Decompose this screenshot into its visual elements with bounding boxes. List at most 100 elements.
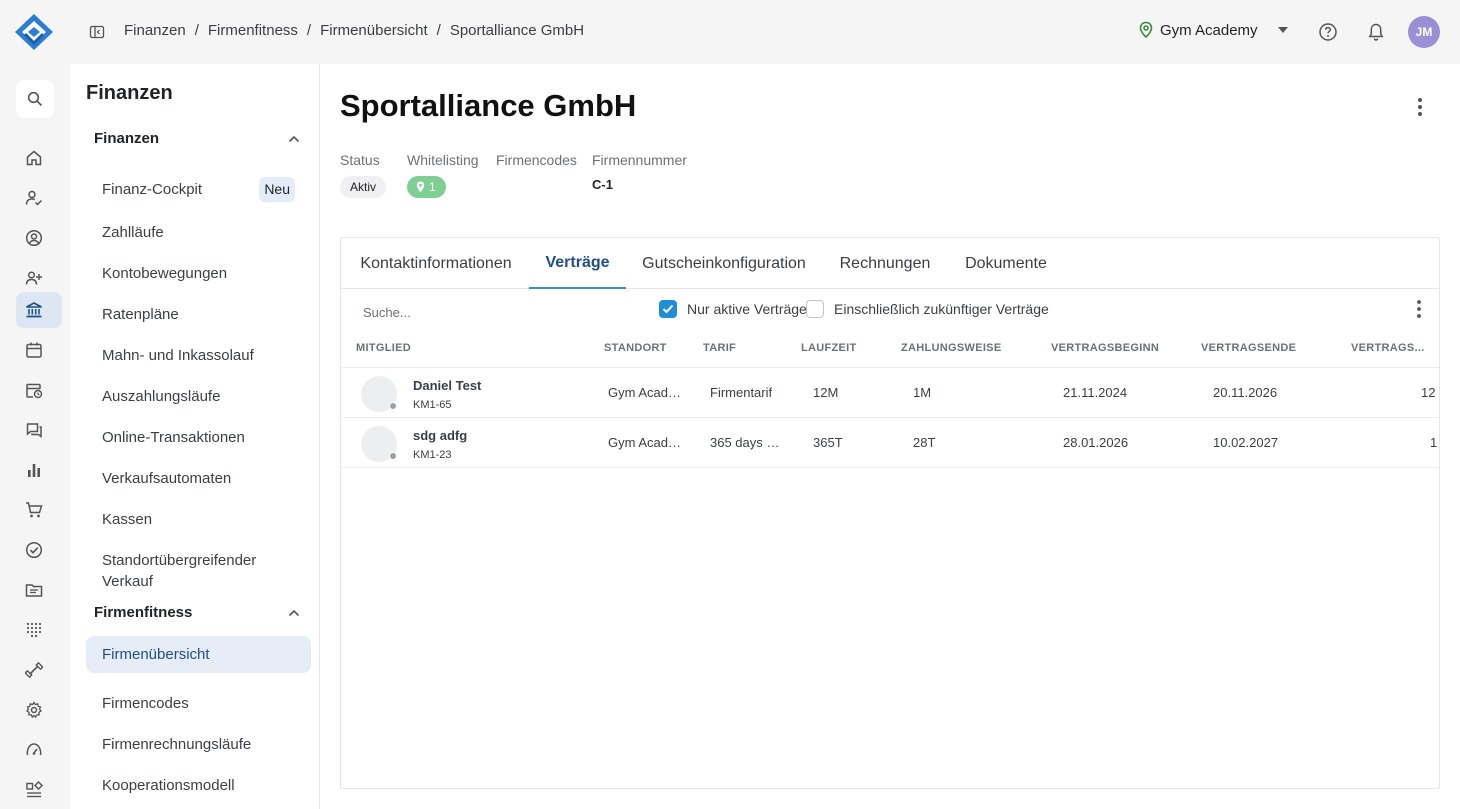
cell-laufzeit: 365T: [813, 435, 843, 450]
table-row[interactable]: Daniel Test KM1-65 Gym Acad… Firmentarif…: [341, 368, 1439, 418]
nav-firmencodes[interactable]: Firmencodes: [86, 685, 311, 722]
rail-appointments[interactable]: [16, 372, 62, 408]
rail-tasks[interactable]: [16, 532, 62, 568]
rail-messages[interactable]: [16, 412, 62, 448]
cell-laufzeit: 12M: [813, 385, 839, 400]
whitelisting-label: Whitelisting: [407, 152, 479, 168]
bell-icon[interactable]: [1367, 22, 1385, 42]
firmennummer-label: Firmennummer: [592, 152, 687, 168]
location-pin-icon: [1139, 21, 1153, 39]
only-active-filter[interactable]: Nur aktive Verträge: [659, 300, 807, 318]
member-name[interactable]: Daniel Test: [413, 378, 481, 393]
help-icon[interactable]: [1318, 22, 1338, 42]
col-vertragsende[interactable]: VERTRAGSENDE: [1201, 342, 1296, 354]
col-vertragsbeginn[interactable]: VERTRAGSBEGINN: [1051, 342, 1159, 354]
tab-vertraege[interactable]: Verträge: [529, 238, 626, 289]
tab-rechnungen[interactable]: Rechnungen: [840, 238, 931, 289]
breadcrumb: Finanzen / Firmenfitness / Firmenübersic…: [124, 22, 584, 39]
cell-vertragsbeginn: 28.01.2026: [1063, 435, 1129, 450]
dots-grid-icon: [26, 622, 42, 638]
rail-training[interactable]: [16, 652, 62, 688]
nav-firmenuebersicht[interactable]: Firmenübersicht: [86, 636, 311, 673]
table-options-icon[interactable]: [1411, 299, 1427, 319]
icon-rail: [0, 64, 70, 809]
rail-checkin[interactable]: [16, 180, 62, 216]
only-active-label: Nur aktive Verträge: [687, 301, 807, 317]
rail-finance[interactable]: [16, 292, 62, 328]
firmennummer-value: C-1: [592, 177, 613, 192]
sidebar-toggle-icon[interactable]: [89, 24, 105, 40]
table-row[interactable]: sdg adfg KM1-23 Gym Acad… 365 days … 365…: [341, 418, 1439, 468]
nav-kassen[interactable]: Kassen: [86, 501, 311, 538]
rail-shop[interactable]: [16, 492, 62, 528]
group-firmenfitness[interactable]: Firmenfitness: [94, 604, 300, 621]
tab-kontaktinformationen[interactable]: Kontaktinformationen: [360, 238, 511, 289]
breadcrumb-separator: /: [306, 22, 312, 39]
col-laufzeit[interactable]: LAUFZEIT: [801, 342, 857, 354]
chevron-up-icon: [288, 609, 300, 616]
studio-selector[interactable]: Gym Academy: [1138, 21, 1288, 39]
checkbox-checked[interactable]: [659, 300, 677, 318]
nav-finanz-cockpit[interactable]: Finanz-Cockpit Neu: [86, 171, 311, 208]
nav-auszahlungslaeufe[interactable]: Auszahlungsläufe: [86, 378, 311, 415]
whitelisting-badge[interactable]: 1: [407, 176, 446, 198]
logo-icon[interactable]: [14, 13, 54, 51]
nav-standortuebergreifender-verkauf[interactable]: Standortübergreifender Verkauf: [86, 542, 286, 600]
member-number: KM1-23: [413, 449, 452, 461]
rail-settings[interactable]: [16, 692, 62, 728]
nav-verkaufsautomaten[interactable]: Verkaufsautomaten: [86, 460, 311, 497]
rail-leads[interactable]: [16, 260, 62, 296]
col-mitglied[interactable]: MITGLIED: [356, 342, 411, 354]
breadcrumb-separator: /: [194, 22, 199, 39]
rail-calendar[interactable]: [16, 332, 62, 368]
col-zahlungsweise[interactable]: ZAHLUNGSWEISE: [901, 342, 1001, 354]
col-vertrags-truncated[interactable]: VERTRAGS...: [1351, 342, 1425, 354]
nav-kooperationsmodell[interactable]: Kooperationsmodell: [86, 767, 311, 804]
breadcrumb-finanzen[interactable]: Finanzen: [124, 22, 186, 39]
chat-icon: [26, 423, 42, 439]
group-finanzen[interactable]: Finanzen: [94, 130, 300, 147]
breadcrumb-firmenfitness[interactable]: Firmenfitness: [208, 22, 298, 39]
rail-apps[interactable]: [16, 612, 62, 648]
nav-zahllaeufe[interactable]: Zahlläufe: [86, 214, 311, 251]
section-title: Finanzen: [86, 82, 173, 104]
nav-label: Finanz-Cockpit: [102, 181, 203, 198]
main-content: Sportalliance GmbH Status Whitelisting F…: [320, 64, 1460, 809]
rail-support[interactable]: [16, 732, 62, 768]
rail-search-button[interactable]: [16, 80, 54, 118]
group-label: Firmenfitness: [94, 604, 193, 621]
top-bar: Finanzen / Firmenfitness / Firmenübersic…: [0, 0, 1460, 64]
more-vert-icon[interactable]: [1412, 96, 1428, 118]
col-standort[interactable]: STANDORT: [604, 342, 667, 354]
nav-online-transaktionen[interactable]: Online-Transaktionen: [86, 419, 311, 456]
breadcrumb-firmenuebersicht[interactable]: Firmenübersicht: [320, 22, 428, 39]
rail-widgets[interactable]: [16, 772, 62, 808]
rail-home[interactable]: [16, 140, 62, 176]
rail-analytics[interactable]: [16, 452, 62, 488]
cell-tarif: Firmentarif: [710, 385, 773, 400]
nav-kontobewegungen[interactable]: Kontobewegungen: [86, 255, 311, 292]
check-icon: [662, 304, 674, 314]
cell-vertrags: 1: [1430, 435, 1438, 450]
search-icon: [27, 91, 43, 107]
rail-documents[interactable]: [16, 572, 62, 608]
cell-tarif: 365 days …: [710, 435, 780, 450]
firmencodes-label: Firmencodes: [496, 152, 577, 168]
search-input[interactable]: [363, 300, 623, 324]
nav-mahnlauf[interactable]: Mahn- und Inkassolauf: [86, 337, 311, 374]
member-name[interactable]: sdg adfg: [413, 428, 467, 443]
include-future-filter[interactable]: Einschließlich zukünftiger Verträge: [806, 300, 1049, 318]
rail-members[interactable]: [16, 220, 62, 256]
breadcrumb-separator: /: [436, 22, 441, 39]
user-avatar[interactable]: JM: [1408, 16, 1440, 48]
cell-standort: Gym Acad…: [608, 435, 681, 450]
cart-icon: [26, 502, 43, 518]
col-tarif[interactable]: TARIF: [703, 342, 736, 354]
checkbox-unchecked[interactable]: [806, 300, 824, 318]
tab-dokumente[interactable]: Dokumente: [965, 238, 1047, 289]
whitelisting-count: 1: [429, 180, 436, 194]
home-icon: [26, 150, 42, 166]
nav-firmenrechnungslaeufe[interactable]: Firmenrechnungsläufe: [86, 726, 311, 763]
tab-gutscheinkonfiguration[interactable]: Gutscheinkonfiguration: [642, 238, 806, 289]
nav-ratenplaene[interactable]: Ratenpläne: [86, 296, 311, 333]
